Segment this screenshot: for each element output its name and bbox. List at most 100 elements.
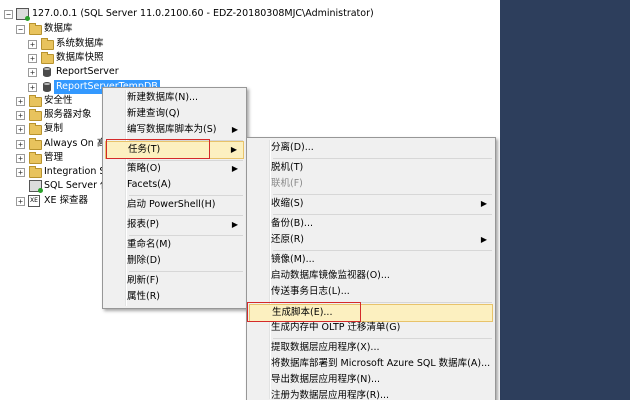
expand-icon[interactable]: + — [28, 83, 37, 92]
menu-separator — [129, 195, 243, 196]
menu-item-label: 策略(O) — [127, 163, 161, 174]
database-context-menu: 新建数据库(N)... 新建查询(Q) 编写数据库脚本为(S) ▶ 任务(T) ▶ … — [102, 87, 247, 309]
menu-item-label: Facets(A) — [127, 179, 172, 190]
submenu-arrow-icon: ▶ — [231, 164, 238, 173]
menu-item-label: 启动 PowerShell(H) — [127, 199, 216, 210]
folder-icon — [29, 166, 42, 178]
menu-item-label: 导出数据层应用程序(N)... — [271, 374, 381, 385]
menu-item-label: 报表(P) — [127, 219, 160, 230]
tasks-submenu: 分离(D)... 脱机(T) 联机(F) 收缩(S) ▶ 备份(B)... 还原(… — [246, 137, 496, 400]
menu-item-label: 收缩(S) — [271, 198, 304, 209]
tree-label-sql-agent: SQL Server 代 — [44, 180, 110, 191]
server-icon — [16, 8, 30, 21]
menu-item-label: 分离(D)... — [271, 142, 314, 153]
menu-item-rename[interactable]: 重命名(M) — [105, 237, 244, 253]
menu-item-generate-oltp-checklist[interactable]: 生成内存中 OLTP 迁移清单(G) — [249, 320, 493, 336]
menu-separator — [273, 214, 492, 215]
menu-item-label: 备份(B)... — [271, 218, 313, 229]
menu-item-label: 脱机(T) — [271, 162, 304, 173]
menu-item-refresh[interactable]: 刷新(F) — [105, 273, 244, 289]
database-icon — [43, 67, 51, 77]
expand-icon[interactable]: + — [16, 168, 25, 177]
menu-item-backup[interactable]: 备份(B)... — [249, 216, 493, 232]
tree-label-replication: 复制 — [44, 123, 64, 134]
expand-icon[interactable]: + — [16, 111, 25, 120]
expand-icon[interactable]: + — [16, 125, 25, 134]
menu-item-label: 启动数据库镜像监视器(O)... — [271, 270, 390, 281]
menu-item-new-query[interactable]: 新建查询(Q) — [105, 106, 244, 122]
menu-separator — [273, 194, 492, 195]
menu-item-restore[interactable]: 还原(R) ▶ — [249, 232, 493, 248]
submenu-arrow-icon: ▶ — [480, 199, 487, 208]
menu-item-label: 重命名(M) — [127, 239, 172, 250]
submenu-arrow-icon: ▶ — [231, 125, 238, 134]
expand-icon[interactable]: + — [28, 54, 37, 63]
xe-profiler-icon: XE — [28, 195, 40, 207]
folder-icon — [29, 123, 42, 135]
menu-item-start-powershell[interactable]: 启动 PowerShell(H) — [105, 197, 244, 213]
menu-item-label: 传送事务日志(L)... — [271, 286, 350, 297]
menu-item-label: 镜像(M)... — [271, 254, 315, 265]
folder-icon — [29, 23, 42, 35]
folder-icon — [29, 138, 42, 150]
submenu-arrow-icon: ▶ — [480, 235, 487, 244]
menu-separator — [129, 235, 243, 236]
menu-item-label: 联机(F) — [271, 178, 303, 189]
menu-item-label: 新建数据库(N)... — [127, 92, 199, 103]
folder-icon — [29, 152, 42, 164]
background-panel — [500, 0, 630, 400]
collapse-icon[interactable]: − — [4, 10, 13, 19]
menu-item-reports[interactable]: 报表(P) ▶ — [105, 217, 244, 233]
menu-item-label: 生成内存中 OLTP 迁移清单(G) — [271, 322, 401, 333]
submenu-arrow-icon: ▶ — [231, 220, 238, 229]
tree-label-xe-profiler: XE 探查器 — [44, 195, 89, 206]
menu-item-label: 新建查询(Q) — [127, 108, 180, 119]
menu-item-label: 编写数据库脚本为(S) — [127, 124, 217, 135]
menu-item-label: 注册为数据层应用程序(R)... — [271, 390, 390, 400]
annotation-box-generate-scripts — [247, 302, 361, 322]
menu-separator — [129, 215, 243, 216]
menu-item-label: 提取数据层应用程序(X)... — [271, 342, 380, 353]
menu-item-policies[interactable]: 策略(O) ▶ — [105, 161, 244, 177]
menu-item-shrink[interactable]: 收缩(S) ▶ — [249, 196, 493, 212]
menu-item-script-database-as[interactable]: 编写数据库脚本为(S) ▶ — [105, 122, 244, 138]
tree-label-reportserver: ReportServer — [56, 66, 119, 77]
expand-icon[interactable]: + — [28, 40, 37, 49]
menu-item-delete[interactable]: 删除(D) — [105, 253, 244, 269]
folder-icon — [41, 38, 54, 50]
menu-separator — [129, 271, 243, 272]
menu-item-bring-online: 联机(F) — [249, 176, 493, 192]
menu-item-new-database[interactable]: 新建数据库(N)... — [105, 90, 244, 106]
expand-icon[interactable]: + — [16, 97, 25, 106]
menu-item-extract-data-tier[interactable]: 提取数据层应用程序(X)... — [249, 340, 493, 356]
menu-item-facets[interactable]: Facets(A) — [105, 177, 244, 193]
expand-icon[interactable]: + — [28, 68, 37, 77]
menu-item-label: 属性(R) — [127, 291, 161, 302]
menu-item-mirror[interactable]: 镜像(M)... — [249, 252, 493, 268]
menu-item-export-data-tier[interactable]: 导出数据层应用程序(N)... — [249, 372, 493, 388]
folder-icon — [41, 52, 54, 64]
ssms-object-explorer: − 127.0.0.1 (SQL Server 11.0.2100.60 - E… — [0, 0, 630, 400]
menu-item-take-offline[interactable]: 脱机(T) — [249, 160, 493, 176]
menu-item-label: 刷新(F) — [127, 275, 159, 286]
menu-item-label: 将数据库部署到 Microsoft Azure SQL 数据库(A)... — [271, 358, 491, 369]
menu-item-properties[interactable]: 属性(R) — [105, 289, 244, 305]
tree-label-security: 安全性 — [44, 95, 73, 106]
menu-separator — [273, 158, 492, 159]
expand-icon[interactable]: + — [16, 154, 25, 163]
tree-label-server-objects: 服务器对象 — [44, 109, 92, 120]
tree-label-system-databases: 系统数据库 — [56, 38, 104, 49]
tree-label-management: 管理 — [44, 152, 64, 163]
tree-label-databases: 数据库 — [44, 23, 73, 34]
database-icon — [43, 82, 51, 92]
collapse-icon[interactable]: − — [16, 25, 25, 34]
agent-icon — [29, 180, 43, 193]
menu-item-launch-mirroring-monitor[interactable]: 启动数据库镜像监视器(O)... — [249, 268, 493, 284]
menu-item-register-data-tier[interactable]: 注册为数据层应用程序(R)... — [249, 388, 493, 400]
menu-item-detach[interactable]: 分离(D)... — [249, 140, 493, 156]
tree-label-server: 127.0.0.1 (SQL Server 11.0.2100.60 - EDZ… — [32, 8, 374, 19]
expand-icon[interactable]: + — [16, 197, 25, 206]
menu-item-deploy-to-azure[interactable]: 将数据库部署到 Microsoft Azure SQL 数据库(A)... — [249, 356, 493, 372]
menu-item-ship-transaction-logs[interactable]: 传送事务日志(L)... — [249, 284, 493, 300]
expand-icon[interactable]: + — [16, 140, 25, 149]
